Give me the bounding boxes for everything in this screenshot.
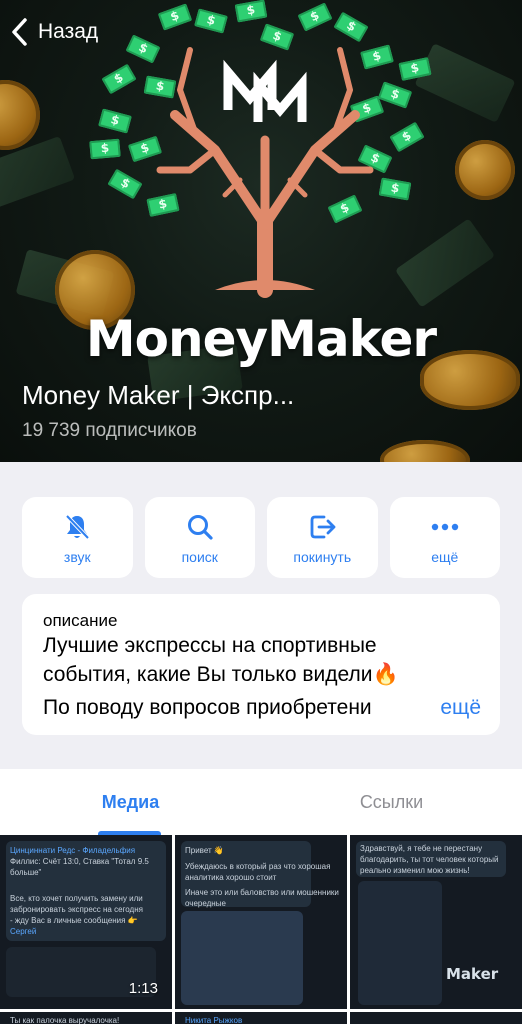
watermark-text: Maker [446, 965, 499, 983]
media-text: Убеждаюсь в который раз что хорошая [185, 862, 331, 871]
back-label: Назад [38, 20, 99, 43]
media-text: Здравствуй, я тебе не перестану [360, 844, 483, 853]
media-text: очередные [185, 899, 226, 908]
screenshot-preview [181, 911, 303, 1005]
description-more-link[interactable]: ещё [410, 693, 481, 722]
background-coin [455, 140, 515, 200]
channel-logo-text: MoneyMaker [85, 310, 437, 368]
money-bill-icon [89, 138, 121, 160]
media-text: Все, кто хочет получить замену или [10, 894, 143, 903]
back-button[interactable]: Назад [10, 16, 98, 48]
more-dots-icon [429, 511, 461, 543]
description-line: события, какие Вы только видели🔥 [43, 663, 399, 686]
description-label: описание [43, 611, 118, 630]
media-item[interactable]: Ты как палочка выручалочка! [0, 1012, 172, 1024]
more-label: ещё [431, 548, 459, 565]
media-text: Ты как палочка выручалочка! [10, 1016, 120, 1024]
media-item[interactable] [350, 1012, 522, 1024]
media-text: Филлис: Счёт 13:0, Ставка "Тотал 9.5 [10, 857, 149, 866]
background-bill [414, 43, 516, 123]
description-card: описание Лучшие экспрессы на спортивные … [22, 594, 500, 735]
description-last-row: По поводу вопросов приобретени ещё [43, 693, 481, 722]
media-text: реально изменил мою жизнь! [360, 866, 470, 875]
media-tabs: Медиа Ссылки [0, 769, 522, 835]
media-text: Цинциннати Редс - Филадельфия [10, 846, 136, 855]
media-text: Привет 👋 [185, 846, 224, 855]
media-text: Сергей [10, 927, 37, 936]
media-text: Иначе это или баловство или мошенники [185, 888, 339, 897]
video-duration: 1:13 [128, 980, 158, 997]
media-item[interactable]: Никита Рыжков [175, 1012, 347, 1024]
tab-links[interactable]: Ссылки [261, 769, 522, 835]
bell-muted-icon [62, 511, 92, 543]
mute-label: звук [63, 548, 91, 565]
search-button[interactable]: поиск [144, 497, 255, 578]
media-text: больше" [10, 868, 42, 877]
media-text: Никита Рыжков [185, 1016, 243, 1024]
channel-header: Назад MoneyMaker Money Maker | Экспр... … [0, 0, 522, 462]
chevron-left-icon [10, 16, 38, 48]
media-item[interactable]: Цинциннати Редс - Филадельфия Филлис: Сч… [0, 835, 172, 1009]
action-bar: звук поиск покинуть ещё [22, 497, 500, 578]
search-icon [185, 511, 215, 543]
leave-icon [307, 511, 337, 543]
media-text: аналитика хорошо стоит [185, 873, 277, 882]
subscriber-count: 19 739 подписчиков [22, 420, 197, 441]
description-line: Лучшие экспрессы на спортивные [43, 634, 377, 657]
leave-label: покинуть [293, 548, 352, 565]
screenshot-preview [358, 881, 442, 1005]
money-tree-icon [156, 47, 374, 298]
media-item[interactable]: Здравствуй, я тебе не перестану благодар… [350, 835, 522, 1009]
media-text: забронировать экспресс на сегодня [10, 905, 143, 914]
leave-button[interactable]: покинуть [267, 497, 378, 578]
channel-title: Money Maker | Экспр... [22, 380, 295, 410]
media-item[interactable]: Привет 👋 Убеждаюсь в который раз что хор… [175, 835, 347, 1009]
media-text: - жду Вас в личные сообщения 👉 [10, 916, 138, 925]
search-label: поиск [181, 548, 218, 565]
background-coin [0, 80, 40, 150]
tab-media[interactable]: Медиа [0, 769, 261, 835]
mute-button[interactable]: звук [22, 497, 133, 578]
media-grid: Цинциннати Редс - Филадельфия Филлис: Сч… [0, 835, 522, 1024]
media-text: благодарить, ты тот человек который [360, 855, 499, 864]
background-coin [380, 440, 470, 462]
more-button[interactable]: ещё [389, 497, 500, 578]
